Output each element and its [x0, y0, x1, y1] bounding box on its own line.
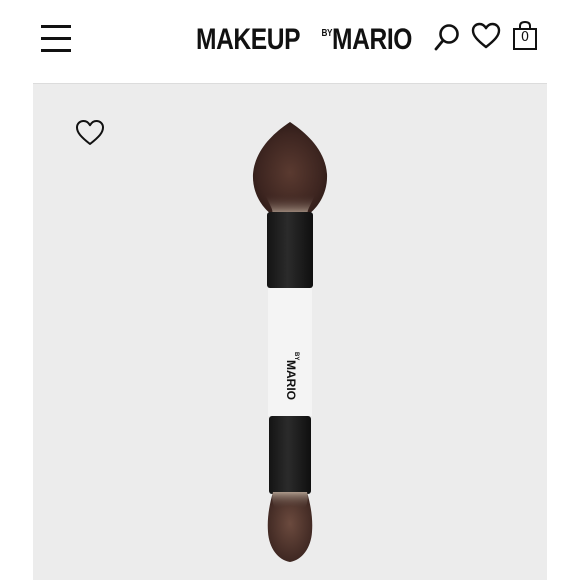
bag-count: 0 [520, 30, 530, 45]
hamburger-icon [41, 25, 71, 28]
menu-button[interactable] [41, 22, 71, 56]
shopping-bag-button[interactable]: 0 [511, 20, 539, 52]
left-frame [0, 0, 33, 580]
heart-icon[interactable] [75, 119, 105, 147]
right-frame [547, 0, 580, 580]
brand-main-text: MAKEUP [196, 23, 301, 56]
bottom-ferrule [269, 416, 311, 494]
product-brush-image: BY MARIO [252, 122, 328, 562]
top-bristles [252, 122, 328, 214]
product-image-area: BY MARIO [33, 84, 547, 580]
search-icon[interactable] [433, 22, 461, 52]
brand-logo[interactable]: MAKEUP BY MARIO [196, 24, 412, 56]
hamburger-bar [41, 37, 71, 40]
hamburger-bar [41, 49, 71, 52]
brand-by-text: BY [321, 28, 333, 39]
handle-logo-mario: MARIO [284, 360, 298, 400]
top-ferrule [267, 212, 313, 288]
site-header: MAKEUP BY MARIO 0 [33, 0, 547, 84]
bottom-bristles [267, 492, 313, 562]
heart-icon[interactable] [471, 22, 501, 50]
brand-mario-text: MARIO [332, 23, 413, 56]
